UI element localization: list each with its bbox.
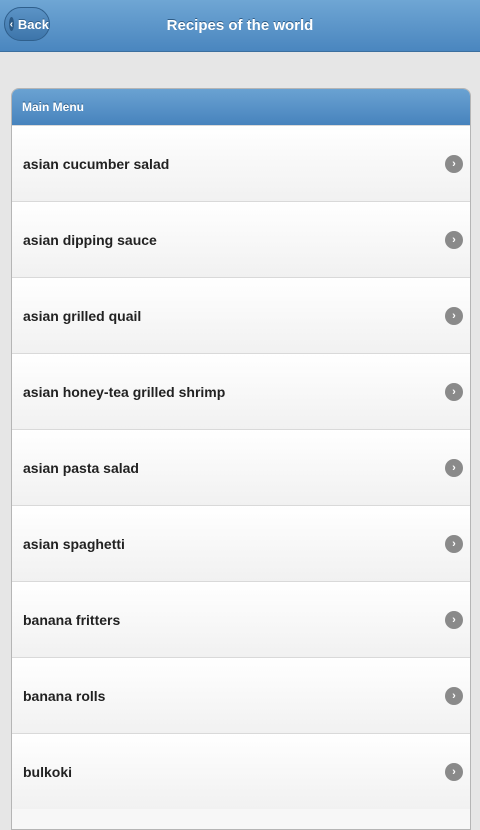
list-item[interactable]: asian cucumber salad › — [12, 125, 470, 201]
chevron-right-icon: › — [445, 610, 463, 629]
chevron-right-icon: › — [445, 534, 463, 553]
list-item[interactable]: asian pasta salad › — [12, 429, 470, 505]
chevron-right-icon: › — [445, 762, 463, 781]
list-item[interactable]: asian dipping sauce › — [12, 201, 470, 277]
list-item-label: banana rolls — [23, 687, 106, 704]
main-menu: Main Menu asian cucumber salad › asian d… — [11, 88, 471, 830]
chevron-right-icon: › — [445, 306, 463, 325]
list-item-label: banana fritters — [23, 611, 121, 628]
list-item[interactable]: asian honey-tea grilled shrimp › — [12, 353, 470, 429]
list-item-label: bulkoki — [23, 763, 73, 780]
chevron-right-icon: › — [445, 154, 463, 173]
list-item[interactable]: bulkoki › — [12, 733, 470, 809]
chevron-right-icon: › — [445, 458, 463, 477]
chevron-right-icon: › — [445, 686, 463, 705]
list-item-label: asian dipping sauce — [23, 231, 157, 248]
chevron-right-icon: › — [445, 230, 463, 249]
top-bar: ‹ Back Recipes of the world — [0, 0, 480, 52]
chevron-right-icon: › — [445, 382, 463, 401]
list-item-label: asian pasta salad — [23, 459, 139, 476]
list-item[interactable]: banana rolls › — [12, 657, 470, 733]
list-item-label: asian honey-tea grilled shrimp — [23, 383, 226, 400]
main-menu-header: Main Menu — [12, 89, 470, 125]
list-item-label: asian grilled quail — [23, 307, 142, 324]
list-item-label: asian cucumber salad — [23, 155, 170, 172]
list-item[interactable]: asian grilled quail › — [12, 277, 470, 353]
list-item[interactable]: banana fritters › — [12, 581, 470, 657]
list-item-label: asian spaghetti — [23, 535, 125, 552]
page-title: Recipes of the world — [166, 17, 314, 34]
list-item[interactable]: asian spaghetti › — [12, 505, 470, 581]
